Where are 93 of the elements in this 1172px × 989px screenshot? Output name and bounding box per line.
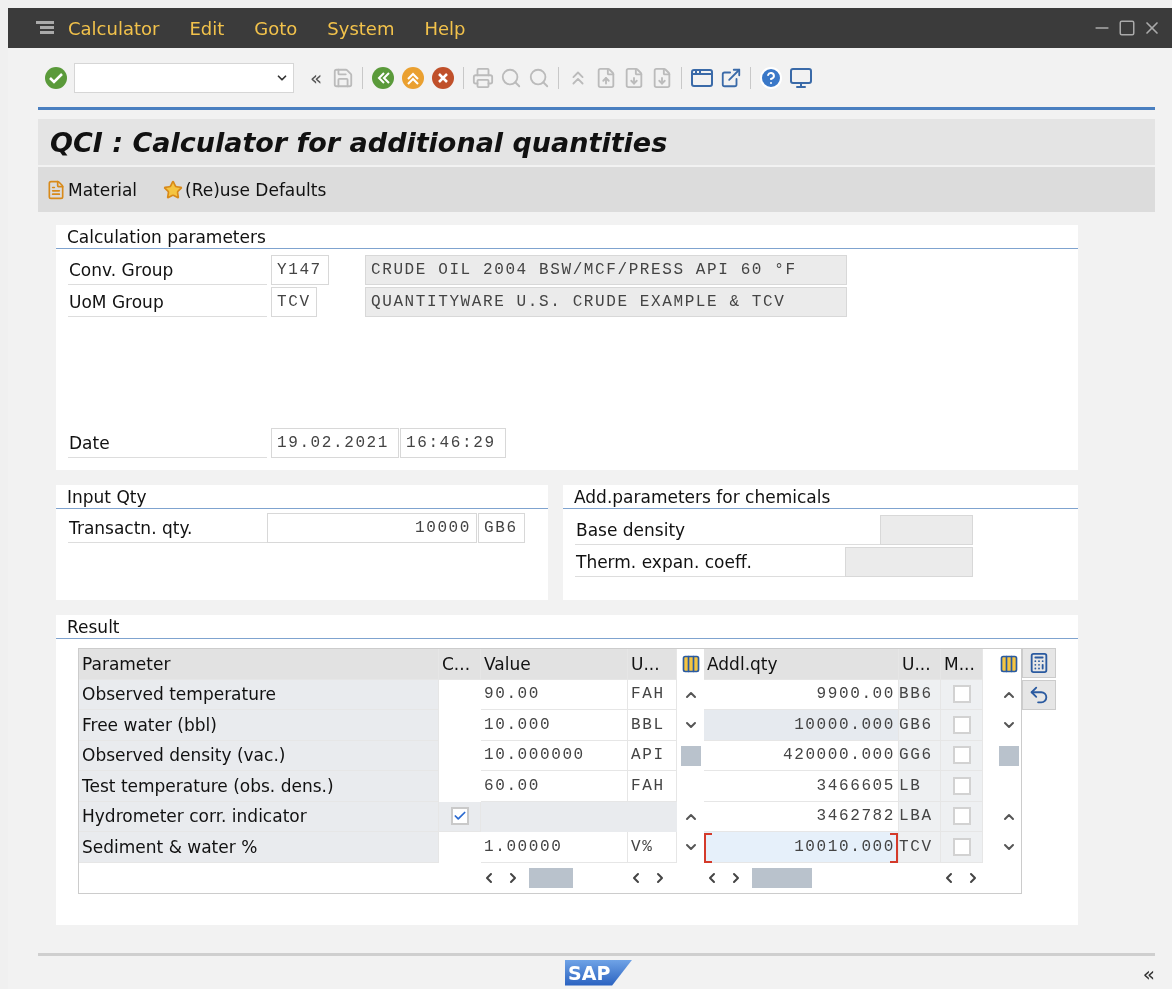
field-label: Therm. expan. coeff. <box>575 547 845 577</box>
section-title: Calculation parameters <box>56 225 1078 249</box>
table-cell: Observed density (vac.) <box>79 740 439 771</box>
table-cell: API <box>628 740 677 771</box>
table-cell: LBA <box>899 801 941 832</box>
help-icon[interactable] <box>759 65 784 90</box>
table-cell: Free water (bbl) <box>79 710 439 741</box>
section-title: Add.parameters for chemicals <box>563 485 1078 509</box>
input-field[interactable] <box>845 547 973 577</box>
table-cell[interactable]: 3462782 <box>704 801 899 832</box>
table-cell: 10.000000 <box>481 740 628 771</box>
checkbox[interactable] <box>952 685 971 704</box>
section-title: Result <box>56 615 1078 639</box>
field-label: Conv. Group <box>68 255 267 285</box>
time-field[interactable]: 16:46:29 <box>400 428 506 458</box>
description-field: QUANTITYWARE U.S. CRUDE EXAMPLE & TCV <box>365 287 847 317</box>
page-title: QCI : Calculator for additional quantities <box>50 126 668 158</box>
column-header[interactable]: U... <box>628 649 677 680</box>
toolbar-button[interactable]: (Re)use Defaults <box>163 179 327 200</box>
table-cell: BBL <box>628 710 677 741</box>
menu-item[interactable]: Calculator <box>68 17 160 39</box>
table-cell: 1.00000 <box>481 832 628 863</box>
shortcut-icon[interactable] <box>720 66 743 89</box>
column-header[interactable]: U... <box>899 649 941 680</box>
input-field[interactable]: 10000 <box>267 513 477 543</box>
checkbox[interactable] <box>952 746 971 765</box>
table-cell: GG6 <box>899 740 941 771</box>
input-field[interactable] <box>880 515 973 545</box>
table-cell: 90.00 <box>481 679 628 710</box>
column-settings-icon[interactable] <box>680 654 701 675</box>
field-label: Base density <box>575 515 880 545</box>
column-header[interactable]: M... <box>941 649 983 680</box>
table-cell: GB6 <box>899 710 941 741</box>
checkbox[interactable] <box>952 776 971 795</box>
scroll-thumb[interactable] <box>680 745 701 766</box>
logo: SAP <box>565 959 633 986</box>
table-cell: LB <box>899 771 941 802</box>
field-label: UoM Group <box>68 287 267 317</box>
table-cell: BB6 <box>899 679 941 710</box>
table-cell: 60.00 <box>481 771 628 802</box>
cancel-icon[interactable] <box>431 65 456 90</box>
input-field[interactable]: Y147 <box>271 255 329 285</box>
checkbox[interactable] <box>450 807 469 826</box>
undo-icon <box>1028 684 1050 706</box>
unit-field[interactable]: GB6 <box>478 513 525 543</box>
table-cell: Hydrometer corr. indicator <box>79 801 439 832</box>
command-field[interactable] <box>74 62 294 93</box>
table-cell[interactable]: 420000.000 <box>704 740 899 771</box>
table-cell: Sediment & water % <box>79 832 439 863</box>
table-cell: Test temperature (obs. dens.) <box>79 771 439 802</box>
menu-icon[interactable] <box>36 21 54 35</box>
column-header[interactable]: Addl.qty <box>704 649 899 680</box>
table-cell: V% <box>628 832 677 863</box>
table-cell[interactable]: 10010.000 <box>704 832 899 863</box>
scroll-thumb[interactable] <box>752 867 812 888</box>
table-cell: TCV <box>899 832 941 863</box>
menu-item[interactable]: Help <box>424 17 466 39</box>
star-icon <box>163 179 184 200</box>
field-label: Date <box>68 428 267 458</box>
confirm-icon[interactable] <box>44 65 68 90</box>
undo-button[interactable] <box>1022 680 1056 710</box>
column-header[interactable]: Value <box>481 649 628 680</box>
calculator-button[interactable] <box>1022 648 1056 678</box>
checkbox[interactable] <box>952 837 971 856</box>
collapse-toggle[interactable]: « <box>1142 962 1155 986</box>
table-cell[interactable]: 9900.00 <box>704 679 899 710</box>
description-field: CRUDE OIL 2004 BSW/MCF/PRESS API 60 °F <box>365 255 847 285</box>
scroll-thumb[interactable] <box>998 745 1019 766</box>
section-title: Input Qty <box>56 485 548 509</box>
column-header[interactable]: Parameter <box>79 649 439 680</box>
monitor-icon[interactable] <box>789 65 814 90</box>
table-cell: FAH <box>628 679 677 710</box>
column-header[interactable]: C... <box>439 649 481 680</box>
date-field[interactable]: 19.02.2021 <box>271 428 399 458</box>
table-cell[interactable]: 10000.000 <box>704 710 899 741</box>
back-icon[interactable] <box>371 65 396 90</box>
toolbar-button[interactable]: Material <box>46 179 138 200</box>
calculator-icon <box>1028 652 1050 674</box>
maximize-icon[interactable] <box>1118 19 1136 37</box>
scroll-thumb[interactable] <box>529 867 573 888</box>
table-cell: FAH <box>628 771 677 802</box>
checkbox[interactable] <box>952 807 971 826</box>
menu-item[interactable]: System <box>327 17 395 39</box>
document-icon <box>46 179 66 200</box>
menu-item[interactable]: Edit <box>189 17 225 39</box>
input-field[interactable]: TCV <box>271 287 317 317</box>
menu-item[interactable]: Goto <box>254 17 298 39</box>
collapse-toggle[interactable]: « <box>306 65 327 90</box>
table-cell: 10.000 <box>481 710 628 741</box>
checkbox[interactable] <box>952 715 971 734</box>
table-cell: Observed temperature <box>79 679 439 710</box>
table-cell[interactable]: 3466605 <box>704 771 899 802</box>
column-settings-icon[interactable] <box>998 654 1019 675</box>
